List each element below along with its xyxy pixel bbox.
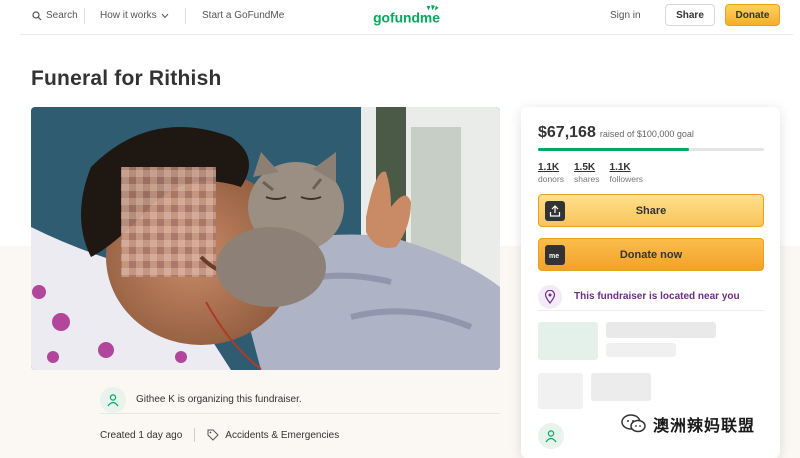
stat-value: 1.1K xyxy=(609,162,631,173)
redacted-donor xyxy=(606,343,676,357)
person-icon xyxy=(545,430,557,443)
how-it-works-label: How it works xyxy=(100,10,157,21)
location-text: This fundraiser is located near you xyxy=(574,291,740,302)
donate-button-top[interactable]: Donate xyxy=(725,4,780,26)
location-notice[interactable]: This fundraiser is located near you xyxy=(538,283,764,311)
search-icon xyxy=(32,10,42,20)
progress-fill xyxy=(538,148,690,151)
campaign-photo xyxy=(31,107,500,370)
organizer-text: Githee K is organizing this fundraiser. xyxy=(136,394,302,405)
donor-avatar xyxy=(538,423,564,449)
search-label: Search xyxy=(46,10,78,21)
gofundme-logo[interactable]: gofundme xyxy=(370,4,450,28)
category-link[interactable]: Accidents & Emergencies xyxy=(225,430,339,441)
top-navigation-bar: Search How it works Start a GoFundMe gof… xyxy=(20,0,793,35)
goal-text: raised of $100,000 goal xyxy=(599,129,694,139)
donate-now-label: Donate now xyxy=(619,248,683,261)
gofundme-badge-icon: me xyxy=(545,245,565,265)
nav-divider xyxy=(84,8,85,24)
stat-label: followers xyxy=(609,174,644,184)
page-title: Funeral for Rithish xyxy=(31,67,222,90)
share-icon xyxy=(545,201,565,221)
raised-amount: $67,168 xyxy=(538,124,596,141)
tag-icon xyxy=(207,429,219,441)
stat-value: 1.5K xyxy=(574,162,596,173)
stat-followers[interactable]: 1.1K followers xyxy=(610,162,644,184)
redacted-donor xyxy=(591,373,651,401)
wechat-icon xyxy=(621,414,646,433)
redacted-donor xyxy=(606,322,716,338)
sign-in-link[interactable]: Sign in xyxy=(610,10,641,21)
nav-divider xyxy=(185,8,186,24)
start-gofundme-link[interactable]: Start a GoFundMe xyxy=(202,10,284,21)
stat-label: donors xyxy=(538,174,564,184)
redacted-donor xyxy=(538,322,598,360)
location-pin-icon xyxy=(538,284,562,309)
donate-now-button[interactable]: me Donate now xyxy=(538,238,764,271)
progress-bar xyxy=(538,148,764,151)
stat-shares[interactable]: 1.5K shares xyxy=(574,162,600,184)
chevron-down-icon xyxy=(161,13,169,18)
stats-row: 1.1K donors 1.5K shares 1.1K followers xyxy=(538,162,643,184)
logo-text: gofundme xyxy=(373,9,440,25)
share-button-top[interactable]: Share xyxy=(665,4,715,26)
watermark-text: 澳洲辣妈联盟 xyxy=(653,418,756,435)
stat-value: 1.1K xyxy=(538,162,560,173)
meta-divider xyxy=(194,428,196,442)
how-it-works-menu[interactable]: How it works xyxy=(100,10,169,21)
watermark: 澳洲辣妈联盟 xyxy=(615,410,762,438)
organizer-row: Githee K is organizing this fundraiser. xyxy=(100,386,500,414)
donation-card: $67,168 raised of $100,000 goal 1.1K don… xyxy=(521,107,780,458)
share-button-label: Share xyxy=(635,204,667,217)
raised-summary: $67,168 raised of $100,000 goal xyxy=(538,124,694,142)
created-date: Created 1 day ago xyxy=(100,429,183,441)
share-button[interactable]: Share xyxy=(538,194,764,227)
person-icon xyxy=(107,393,119,406)
campaign-meta: Created 1 day ago Accidents & Emergencie… xyxy=(100,428,339,442)
stat-donors[interactable]: 1.1K donors xyxy=(538,162,564,184)
redacted-donor xyxy=(538,373,583,409)
stat-label: shares xyxy=(574,174,600,184)
search-link[interactable]: Search xyxy=(32,10,78,21)
svg-text:me: me xyxy=(549,253,559,260)
organizer-avatar xyxy=(100,386,126,413)
